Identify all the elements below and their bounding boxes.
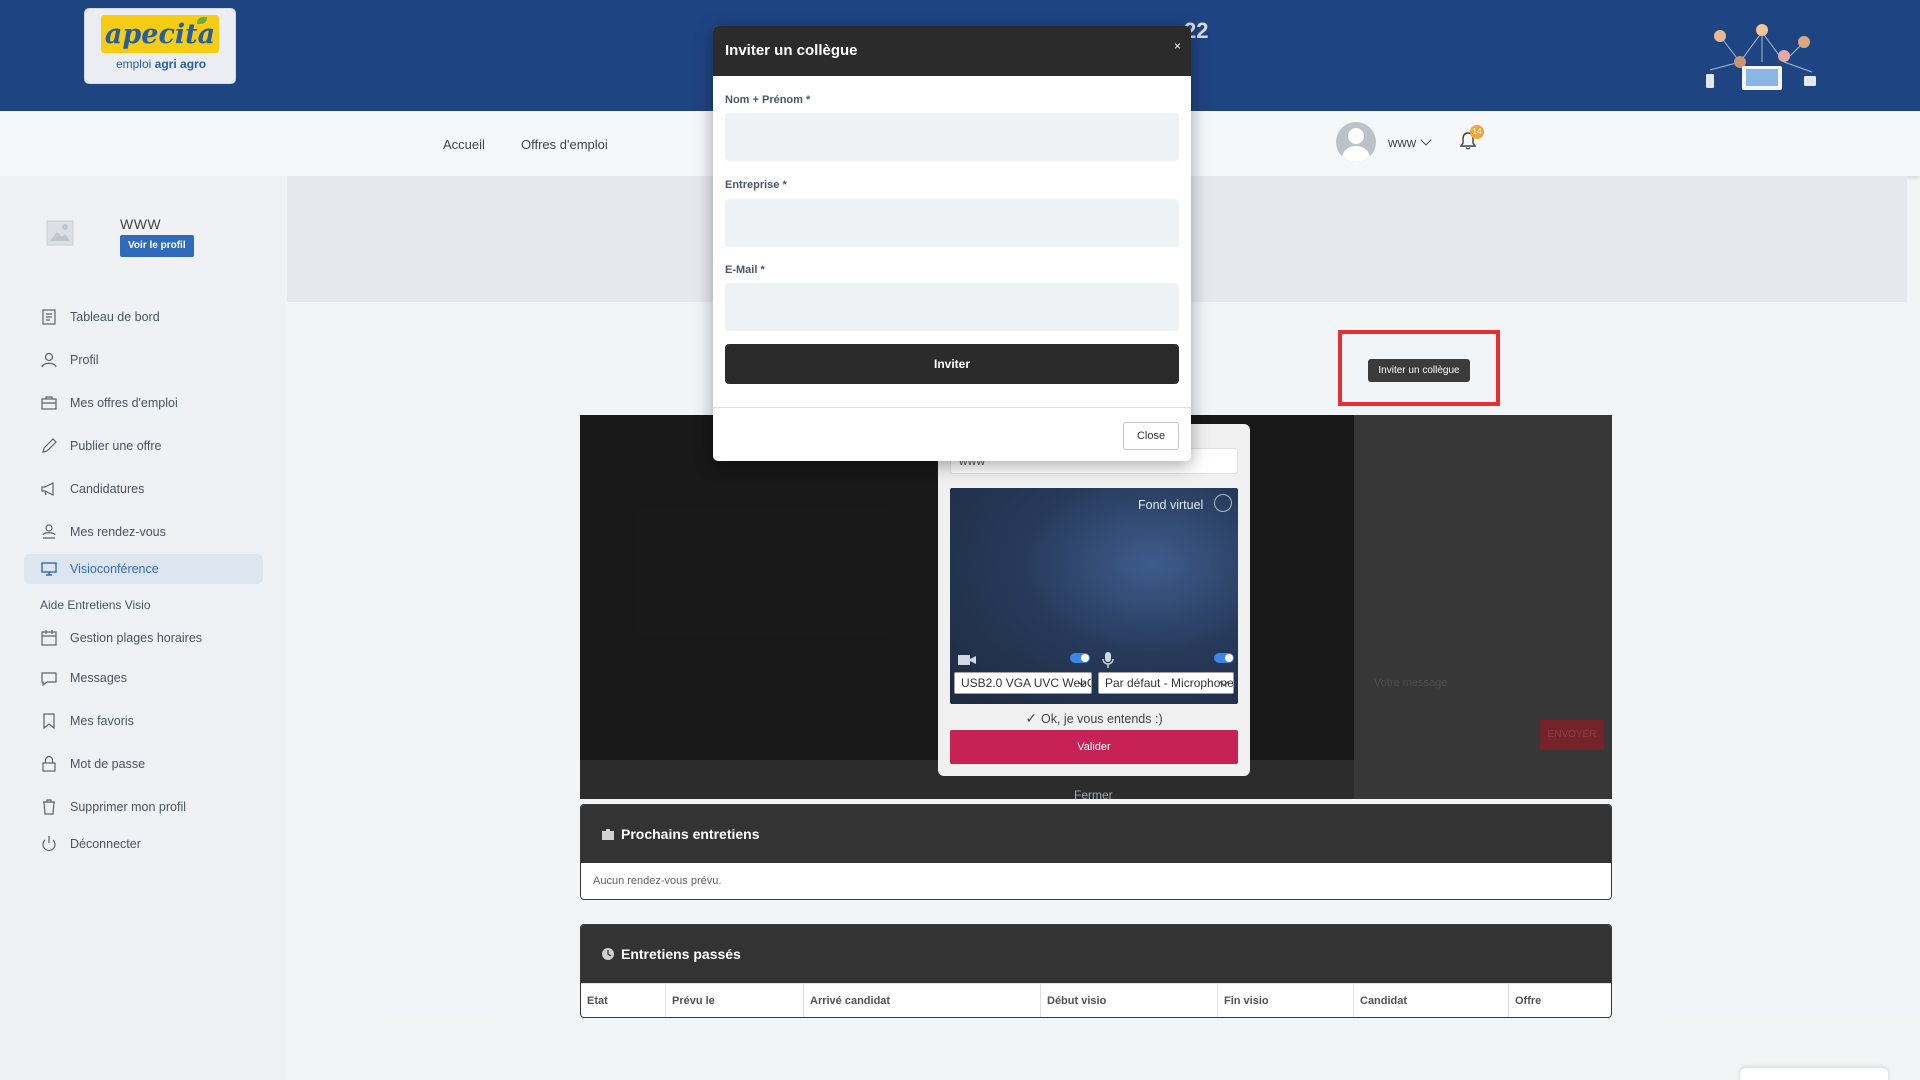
name-label: Nom + Prénom *: [725, 94, 811, 106]
invite-submit-button[interactable]: Inviter: [725, 344, 1179, 384]
invite-colleague-modal: Inviter un collègue × Nom + Prénom * Ent…: [713, 26, 1191, 461]
company-label: Entreprise *: [725, 179, 787, 191]
email-field[interactable]: [725, 283, 1179, 331]
close-icon[interactable]: ×: [1174, 36, 1181, 56]
company-field[interactable]: [725, 199, 1179, 247]
close-button[interactable]: Close: [1123, 422, 1179, 450]
email-label: E-Mail *: [725, 264, 765, 276]
name-field[interactable]: [725, 113, 1179, 161]
modal-header: Inviter un collègue ×: [713, 26, 1191, 76]
modal-divider: [713, 407, 1191, 408]
modal-title: Inviter un collègue: [725, 42, 858, 59]
